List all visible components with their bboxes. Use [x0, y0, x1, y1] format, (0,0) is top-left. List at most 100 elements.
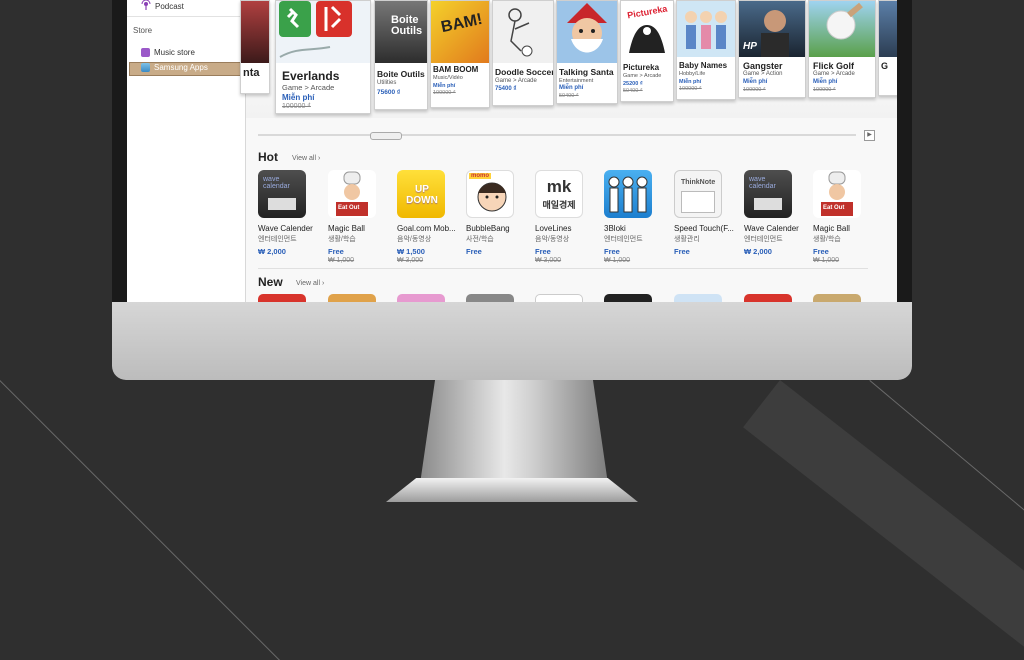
- featured-card[interactable]: nta: [240, 0, 270, 94]
- divider: [127, 16, 245, 17]
- featured-price: Miễn phí: [433, 83, 456, 89]
- featured-category: Music/Vidéo: [433, 75, 463, 81]
- main-content: nta Everlands Game > Arcade Miễn phí 100…: [240, 0, 897, 302]
- hot-app-bubblebang[interactable]: momo BubbleBang 사전/학습 Free: [466, 170, 534, 257]
- featured-title: Boite Outils: [377, 69, 425, 79]
- hot-app-speed-touch[interactable]: ThinkNote Speed Touch(F... 생활관리 Free: [674, 170, 742, 257]
- featured-title: Everlands: [282, 69, 340, 83]
- sidebar-item-podcast[interactable]: Podcast: [141, 0, 184, 12]
- featured-old-price: 50400 ₫: [559, 93, 579, 99]
- divider: [258, 268, 868, 269]
- featured-card[interactable]: G: [878, 0, 897, 96]
- carousel-scrollbar[interactable]: [258, 134, 856, 136]
- new-app-icon[interactable]: [744, 294, 792, 302]
- new-app-icon[interactable]: [813, 294, 861, 302]
- sidebar-item-music-store[interactable]: Music store: [141, 48, 195, 57]
- featured-price: 75600 ₫: [377, 89, 401, 96]
- app-price: Free: [813, 247, 829, 256]
- hot-app-magic-ball[interactable]: Eat Out Magic Ball 생활/학습 Free ₩ 1,000: [328, 170, 396, 264]
- new-app-icon[interactable]: [535, 294, 583, 302]
- app-category: 사전/학습: [466, 236, 494, 243]
- hot-app-wave-calender-2[interactable]: wave calendar Wave Calender 엔터테인먼트 ₩ 2,0…: [744, 170, 812, 257]
- hot-app-wave-calender[interactable]: wave calendar Wave Calender 엔터테인먼트 ₩ 2,0…: [258, 170, 326, 257]
- hot-app-goal-com[interactable]: UP DOWN Goal.com Mob... 음악/동영상 ₩ 1,500 ₩…: [397, 170, 465, 264]
- new-app-icon[interactable]: [674, 294, 722, 302]
- carousel-next-arrow-icon[interactable]: ▶: [864, 130, 875, 141]
- featured-title: Doodle Soccer: [495, 67, 554, 77]
- new-app-icon[interactable]: [258, 294, 306, 302]
- featured-card-flick-golf[interactable]: Flick Golf Game > Arcade Miễn phí 100000…: [808, 0, 876, 98]
- new-app-icon[interactable]: [328, 294, 376, 302]
- featured-card-gangster[interactable]: HP Gangster Game > Action Miễn phí 10000…: [738, 0, 806, 98]
- app-name: BubbleBang: [466, 224, 510, 233]
- featured-price: Miễn phí: [282, 93, 315, 102]
- background-stripe: [743, 380, 1024, 649]
- featured-title: Flick Golf: [813, 61, 855, 71]
- app-category: 음악/동영상: [397, 236, 432, 243]
- app-name: LoveLines: [535, 224, 572, 233]
- sidebar-item-samsung-apps[interactable]: Samsung Apps: [141, 63, 208, 72]
- featured-category: Game > Arcade: [282, 83, 335, 92]
- hot-view-all-link[interactable]: View all ›: [292, 155, 320, 162]
- mk-icon: mk 매일경제: [535, 170, 583, 218]
- app-category: 엔터테인먼트: [604, 236, 643, 243]
- featured-price: 75400 ₫: [495, 86, 517, 92]
- featured-card-bam-boom[interactable]: BAM! BAM BOOM Music/Vidéo Miễn phí 10000…: [430, 0, 490, 108]
- featured-price: Miễn phí: [679, 79, 702, 85]
- featured-category: Utilities: [377, 80, 397, 86]
- sidebar-item-label: Podcast: [155, 1, 184, 11]
- gangster-art: HP: [739, 1, 805, 57]
- app-old-price: ₩ 1,000: [604, 257, 631, 264]
- flick-golf-art: [809, 1, 875, 57]
- featured-title: G: [881, 61, 889, 71]
- carousel-scroll-thumb[interactable]: [370, 132, 402, 140]
- new-app-icon[interactable]: [397, 294, 445, 302]
- featured-category: Entertainment: [559, 78, 594, 84]
- featured-category: Hobby/Life: [679, 71, 706, 77]
- app-price: Free: [674, 247, 690, 256]
- monitor-base: [386, 478, 638, 502]
- app-name: Wave Calender: [744, 224, 799, 233]
- up-down-icon: UP DOWN: [397, 170, 445, 218]
- featured-title: Talking Santa: [559, 67, 614, 77]
- featured-carousel: nta Everlands Game > Arcade Miễn phí 100…: [240, 0, 897, 118]
- app-price: ₩ 2,000: [258, 247, 286, 256]
- app-price: Free: [604, 247, 620, 256]
- featured-old-price: 100000 ₫: [282, 103, 311, 110]
- featured-category: Game > Arcade: [813, 71, 855, 77]
- featured-card-talking-santa[interactable]: Talking Santa Entertainment Miễn phí 504…: [556, 0, 618, 104]
- everlands-art: [276, 1, 370, 63]
- featured-card-baby-names[interactable]: Baby Names Hobby/Life Miễn phí 100000 ₫: [676, 0, 736, 100]
- featured-title: Gangster: [743, 61, 783, 71]
- pictureka-art: Pictureka: [621, 1, 673, 59]
- app-category: 생활/학습: [328, 236, 356, 243]
- featured-title: Pictureka: [623, 63, 660, 72]
- baby-names-art: [677, 1, 735, 57]
- new-view-all-link[interactable]: View all ›: [296, 280, 324, 287]
- featured-category: Game > Arcade: [495, 78, 537, 84]
- app-name: Magic Ball: [328, 224, 365, 233]
- app-price: ₩ 2,000: [744, 247, 772, 256]
- app-old-price: ₩ 1,000: [813, 257, 840, 264]
- app-old-price: ₩ 3,000: [535, 257, 562, 264]
- hot-app-lovelines[interactable]: mk 매일경제 LoveLines 음악/동영상 Free ₩ 3,000: [535, 170, 603, 264]
- sidebar-heading-store: Store: [133, 26, 153, 35]
- app-name: 3Bloki: [604, 224, 626, 233]
- app-category: 생활관리: [674, 236, 700, 243]
- new-app-icon[interactable]: [466, 294, 514, 302]
- app-category: 엔터테인먼트: [258, 236, 297, 243]
- featured-price: Miễn phí: [813, 79, 838, 85]
- hot-app-3bloki[interactable]: 3Bloki 엔터테인먼트 Free ₩ 1,000: [604, 170, 672, 264]
- featured-card-boite-outils[interactable]: Boite Outils Boite Outils Utilities 7560…: [374, 0, 428, 110]
- monitor-chin: [112, 302, 912, 380]
- featured-card-pictureka[interactable]: Pictureka Pictureka Game > Arcade 25200 …: [620, 0, 674, 102]
- hot-app-magic-ball-2[interactable]: Eat Out Magic Ball 생활/학습 Free ₩ 1,000: [813, 170, 881, 264]
- featured-card-doodle-soccer[interactable]: Doodle Soccer Game > Arcade 75400 ₫: [492, 0, 554, 106]
- featured-card-everlands[interactable]: Everlands Game > Arcade Miễn phí 100000 …: [275, 0, 371, 114]
- new-app-icon[interactable]: [604, 294, 652, 302]
- featured-title: nta: [243, 67, 260, 79]
- bam-boom-art: BAM!: [431, 1, 489, 63]
- featured-category: Game > Arcade: [623, 73, 662, 79]
- featured-old-price: 100000 ₫: [813, 87, 836, 93]
- 3bloki-icon: [604, 170, 652, 218]
